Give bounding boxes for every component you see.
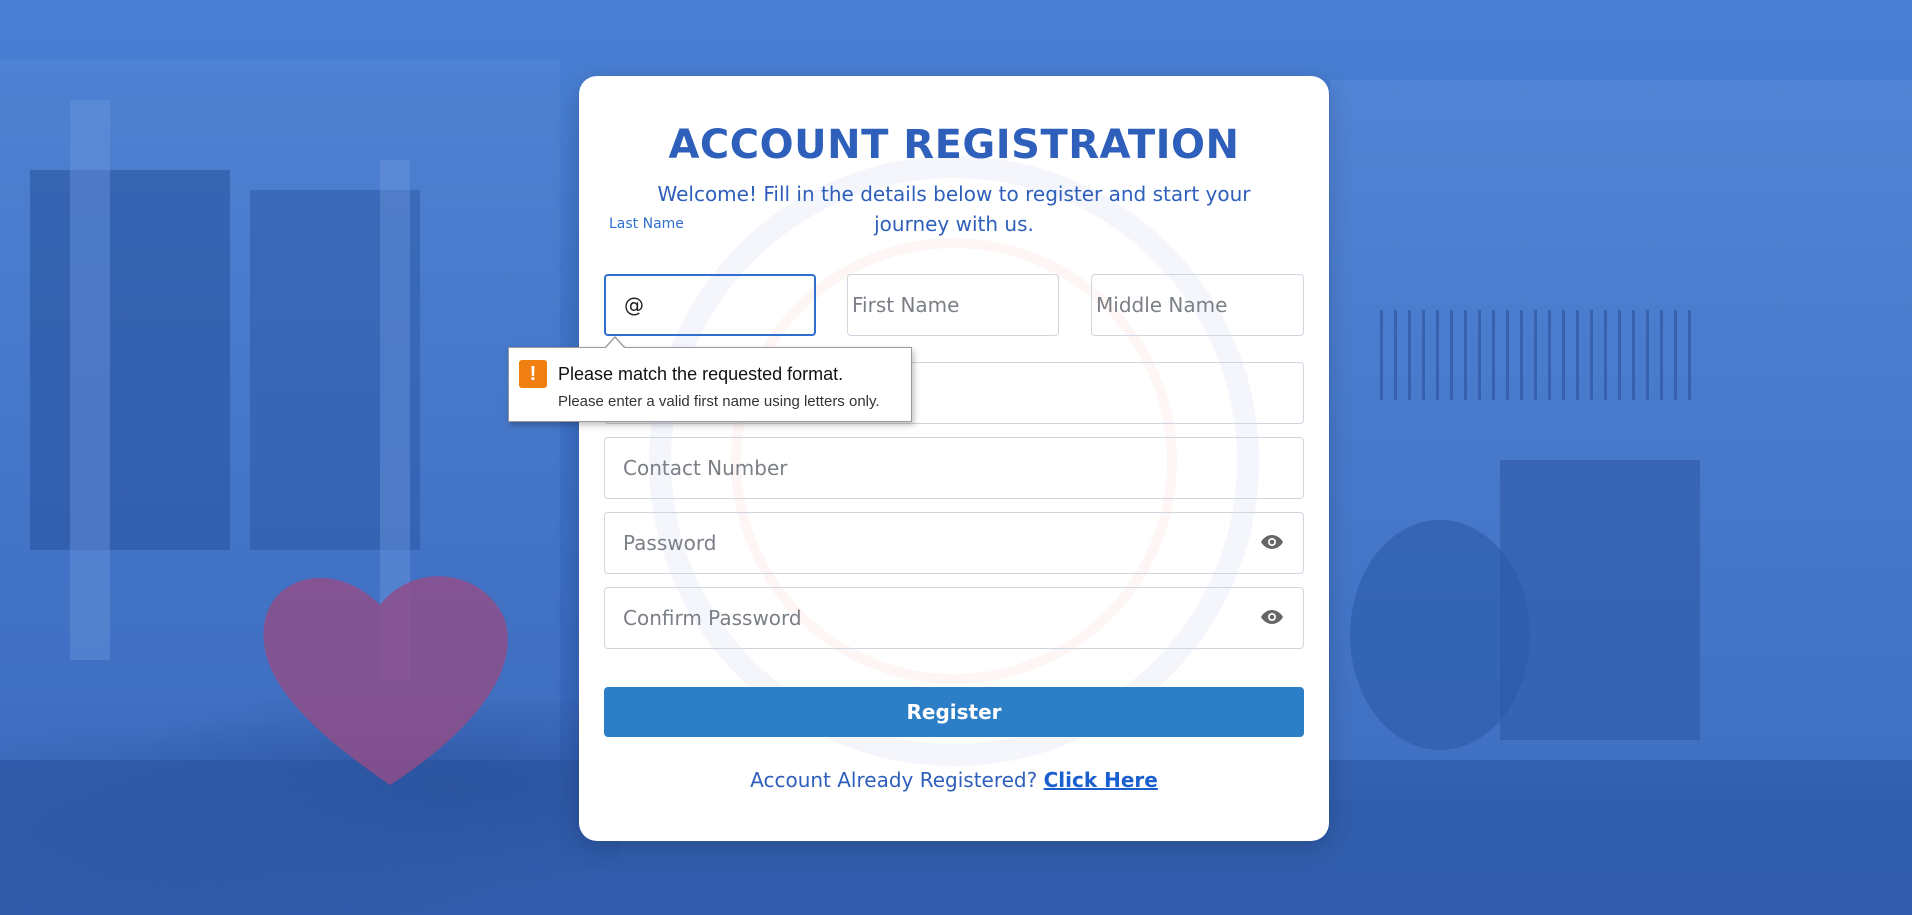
validation-title: Please match the requested format. bbox=[558, 364, 844, 384]
first-name-input[interactable] bbox=[847, 274, 1059, 336]
background-tree bbox=[1350, 520, 1530, 750]
show-password-eye-icon[interactable] bbox=[1259, 529, 1285, 555]
show-confirm-password-eye-icon[interactable] bbox=[1259, 604, 1285, 630]
background-heart-sculpture bbox=[263, 576, 508, 785]
login-link[interactable]: Click Here bbox=[1044, 768, 1158, 792]
login-prompt-line: Account Already Registered? Click Here bbox=[579, 768, 1329, 792]
validation-tooltip: ! Please match the requested format. Ple… bbox=[508, 336, 912, 422]
register-button[interactable]: Register bbox=[604, 687, 1304, 737]
registration-card: ACCOUNT REGISTRATION Welcome! Fill in th… bbox=[579, 76, 1329, 841]
login-prompt-text: Account Already Registered? bbox=[750, 768, 1038, 792]
background-balcony bbox=[1380, 310, 1700, 400]
last-name-input[interactable] bbox=[604, 274, 816, 336]
validation-message: Please enter a valid first name using le… bbox=[558, 393, 880, 410]
middle-name-input[interactable] bbox=[1091, 274, 1304, 336]
background-pillar bbox=[70, 100, 110, 660]
page-subtitle: Welcome! Fill in the details below to re… bbox=[657, 182, 1251, 236]
last-name-label: Last Name bbox=[603, 216, 690, 232]
background-window bbox=[30, 170, 230, 550]
contact-number-input[interactable] bbox=[604, 437, 1304, 499]
warning-icon: ! bbox=[519, 360, 547, 388]
confirm-password-input[interactable] bbox=[604, 587, 1304, 649]
background-window bbox=[1500, 460, 1700, 740]
password-input[interactable] bbox=[604, 512, 1304, 574]
page-title: ACCOUNT REGISTRATION bbox=[668, 122, 1240, 168]
